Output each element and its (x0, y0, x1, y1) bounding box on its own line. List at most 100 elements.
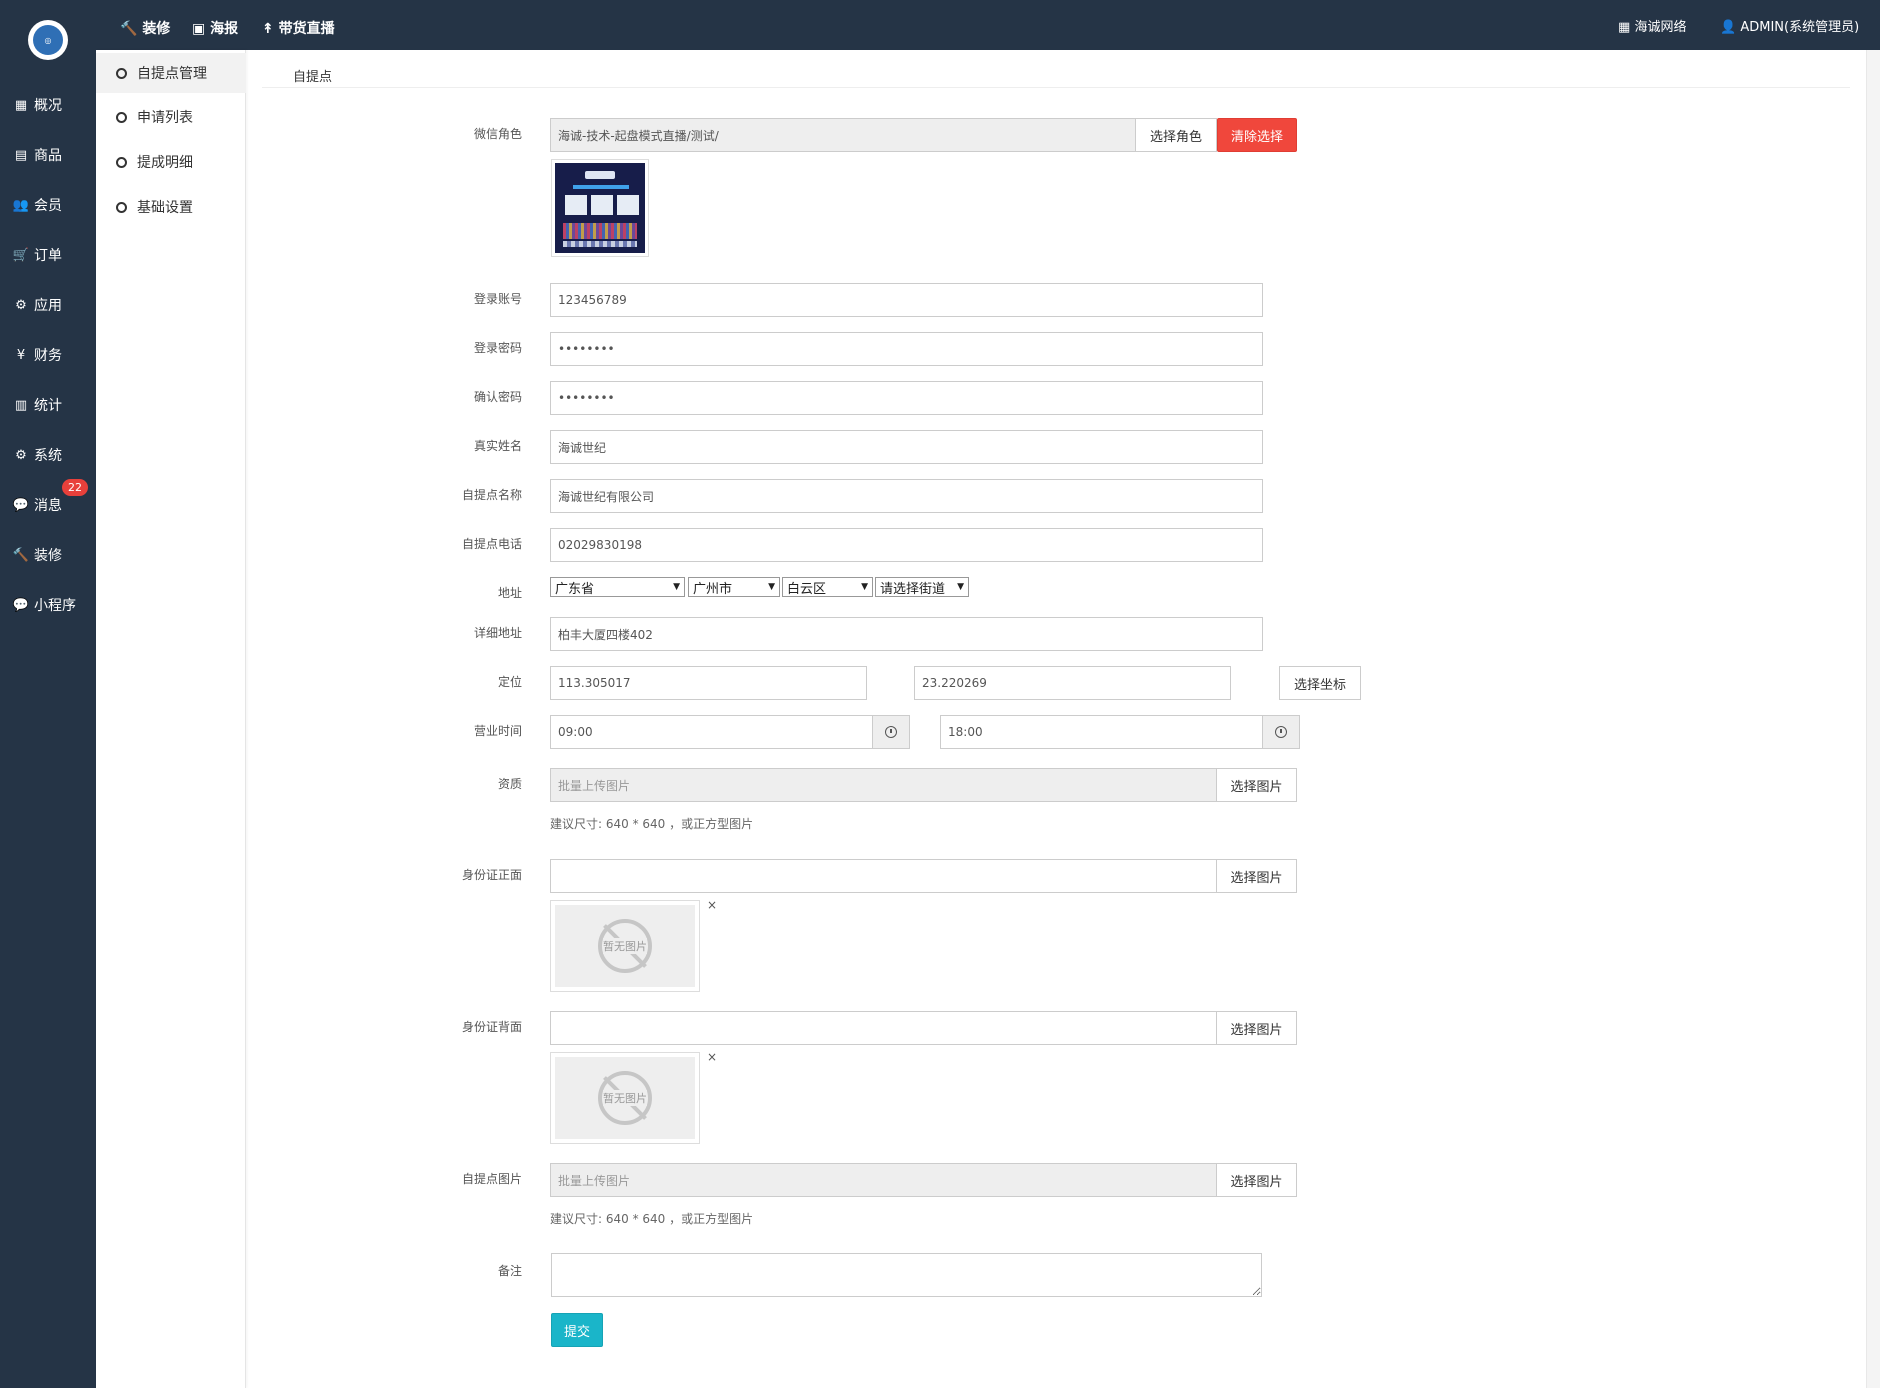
subnav-item-commission[interactable]: 提成明细 (96, 142, 246, 182)
hours-label: 营业时间 (473, 724, 522, 738)
sidebar-item-messages[interactable]: 💬 消息 22 (0, 479, 96, 525)
dropdown-arrow-icon: ▼ (957, 582, 964, 592)
id-back-url-field[interactable] (550, 1011, 1217, 1045)
city-value: 广州市 (693, 581, 733, 597)
wechat-role-field[interactable]: 海诚-技术-起盘模式直播/测试/ (550, 118, 1136, 152)
clear-selection-button[interactable]: 清除选择 (1217, 118, 1297, 152)
dropdown-arrow-icon: ▼ (673, 582, 680, 592)
qualification-placeholder: 批量上传图片 (558, 778, 631, 793)
grid-icon: ▦ (1618, 20, 1631, 35)
user-menu[interactable]: 👤 ADMIN(系统管理员) (1720, 16, 1859, 35)
sidebar-item-label: 会员 (34, 198, 62, 214)
detail-address-label: 详细地址 (473, 626, 522, 640)
id-front-preview: 暂无图片 (550, 900, 700, 992)
sidebar-item-label: 装修 (34, 548, 62, 564)
point-images-select-image-button[interactable]: 选择图片 (1216, 1163, 1297, 1197)
login-account-input[interactable]: 123456789 (550, 283, 1263, 317)
district-value: 白云区 (787, 581, 827, 597)
circle-icon (116, 156, 127, 168)
sidebar-item-apps[interactable]: ⚙ 应用 (0, 285, 96, 325)
login-account-label: 登录账号 (473, 292, 522, 306)
id-front-select-image-button[interactable]: 选择图片 (1216, 859, 1297, 893)
sidebar-item-label: 消息 (34, 498, 62, 514)
message-icon: 💬 (12, 497, 30, 513)
city-select[interactable]: 广州市 ▼ (688, 577, 780, 597)
login-password-input[interactable]: •••••••• (550, 332, 1263, 366)
close-time-input[interactable]: 18:00 (940, 715, 1263, 749)
remark-textarea[interactable] (551, 1253, 1262, 1297)
brand-logo[interactable]: ◎ (28, 20, 68, 60)
id-back-select-image-button[interactable]: 选择图片 (1216, 1011, 1297, 1045)
qualification-help-text: 建议尺寸: 640 * 640 ，或正方型图片 (550, 817, 754, 831)
detail-address-input[interactable]: 柏丰大厦四楼402 (550, 617, 1263, 651)
dashboard-icon: ▦ (14, 97, 28, 113)
dropdown-arrow-icon: ▼ (768, 582, 775, 592)
select-role-button[interactable]: 选择角色 (1135, 118, 1217, 152)
site-switch[interactable]: ▦ 海诚网络 (1618, 16, 1686, 35)
point-images-help-text: 建议尺寸: 640 * 640 ，或正方型图片 (550, 1212, 754, 1226)
qualification-upload-field[interactable]: 批量上传图片 (550, 768, 1217, 802)
top-nav-live[interactable]: ↟ 带货直播 (262, 18, 335, 38)
top-nav-poster[interactable]: ▣ 海报 (192, 18, 238, 38)
id-back-remove-icon[interactable]: × (707, 1050, 717, 1064)
province-value: 广东省 (555, 581, 595, 597)
latitude-input[interactable]: 23.220269 (914, 666, 1231, 700)
sidebar-item-miniprogram[interactable]: 💬 小程序 (0, 585, 96, 625)
open-time-input[interactable]: 09:00 (550, 715, 873, 749)
sidebar-item-system[interactable]: ⚙ 系统 (0, 435, 96, 475)
sidebar-item-label: 概况 (34, 98, 62, 114)
no-image-text: 暂无图片 (603, 1090, 647, 1106)
sidebar-item-overview[interactable]: ▦ 概况 (0, 85, 96, 125)
pin-icon: ↟ (262, 21, 274, 37)
sidebar-item-finance[interactable]: ¥ 财务 (0, 335, 96, 375)
breadcrumb-divider (262, 87, 1850, 88)
goods-icon: ▤ (14, 147, 28, 163)
settings-icon: ⚙ (15, 447, 27, 463)
stats-icon: ▥ (14, 397, 28, 413)
subnav-label: 自提点管理 (137, 66, 207, 82)
top-nav-label: 海报 (210, 21, 239, 37)
yen-icon: ¥ (16, 347, 26, 363)
id-back-label: 身份证背面 (461, 1020, 522, 1034)
clock-icon (1275, 726, 1287, 738)
id-front-url-field[interactable] (550, 859, 1217, 893)
sidebar-item-stats[interactable]: ▥ 统计 (0, 385, 96, 425)
point-images-upload-field[interactable]: 批量上传图片 (550, 1163, 1217, 1197)
page-scrollbar[interactable] (1866, 50, 1880, 1388)
subnav-item-pickup-management[interactable]: 自提点管理 (96, 53, 246, 93)
district-select[interactable]: 白云区 ▼ (782, 577, 873, 597)
point-name-input[interactable]: 海诚世纪有限公司 (550, 479, 1263, 513)
logo-mark: ◎ (33, 25, 63, 55)
circle-icon (116, 111, 127, 123)
image-icon: ▣ (192, 21, 206, 37)
submit-button[interactable]: 提交 (551, 1313, 603, 1347)
top-nav-decorate[interactable]: 🔨 装修 (120, 18, 170, 38)
no-image-icon: 暂无图片 (598, 919, 652, 973)
sidebar-item-label: 应用 (34, 298, 62, 314)
confirm-password-input[interactable]: •••••••• (550, 381, 1263, 415)
close-time-clock-button[interactable] (1262, 715, 1300, 749)
top-bar: 🔨 装修 ▣ 海报 ↟ 带货直播 ▦ 海诚网络 👤 ADMIN(系统管理员) (96, 0, 1880, 50)
site-label: 海诚网络 (1634, 20, 1687, 35)
open-time-clock-button[interactable] (872, 715, 910, 749)
longitude-input[interactable]: 113.305017 (550, 666, 867, 700)
select-coordinate-button[interactable]: 选择坐标 (1279, 666, 1361, 700)
point-phone-input[interactable]: 02029830198 (550, 528, 1263, 562)
hammer-icon: 🔨 (120, 21, 138, 37)
street-select[interactable]: 请选择街道 ▼ (875, 577, 969, 597)
subnav-item-basic-settings[interactable]: 基础设置 (96, 187, 246, 227)
login-password-label: 登录密码 (473, 341, 522, 355)
sidebar-item-members[interactable]: 👥 会员 (0, 185, 96, 225)
real-name-input[interactable]: 海诚世纪 (550, 430, 1263, 464)
sidebar-item-goods[interactable]: ▤ 商品 (0, 135, 96, 175)
sidebar-item-label: 财务 (34, 348, 62, 364)
qualification-select-image-button[interactable]: 选择图片 (1216, 768, 1297, 802)
sidebar-item-decorate[interactable]: 🔨 装修 (0, 535, 96, 575)
id-front-remove-icon[interactable]: × (707, 898, 717, 912)
province-select[interactable]: 广东省 ▼ (550, 577, 685, 597)
sidebar-item-orders[interactable]: 🛒 订单 (0, 235, 96, 275)
top-nav-label: 装修 (142, 21, 171, 37)
subnav-item-applications[interactable]: 申请列表 (96, 97, 246, 137)
breadcrumb: 自提点 (293, 70, 333, 85)
circle-icon (116, 67, 127, 79)
